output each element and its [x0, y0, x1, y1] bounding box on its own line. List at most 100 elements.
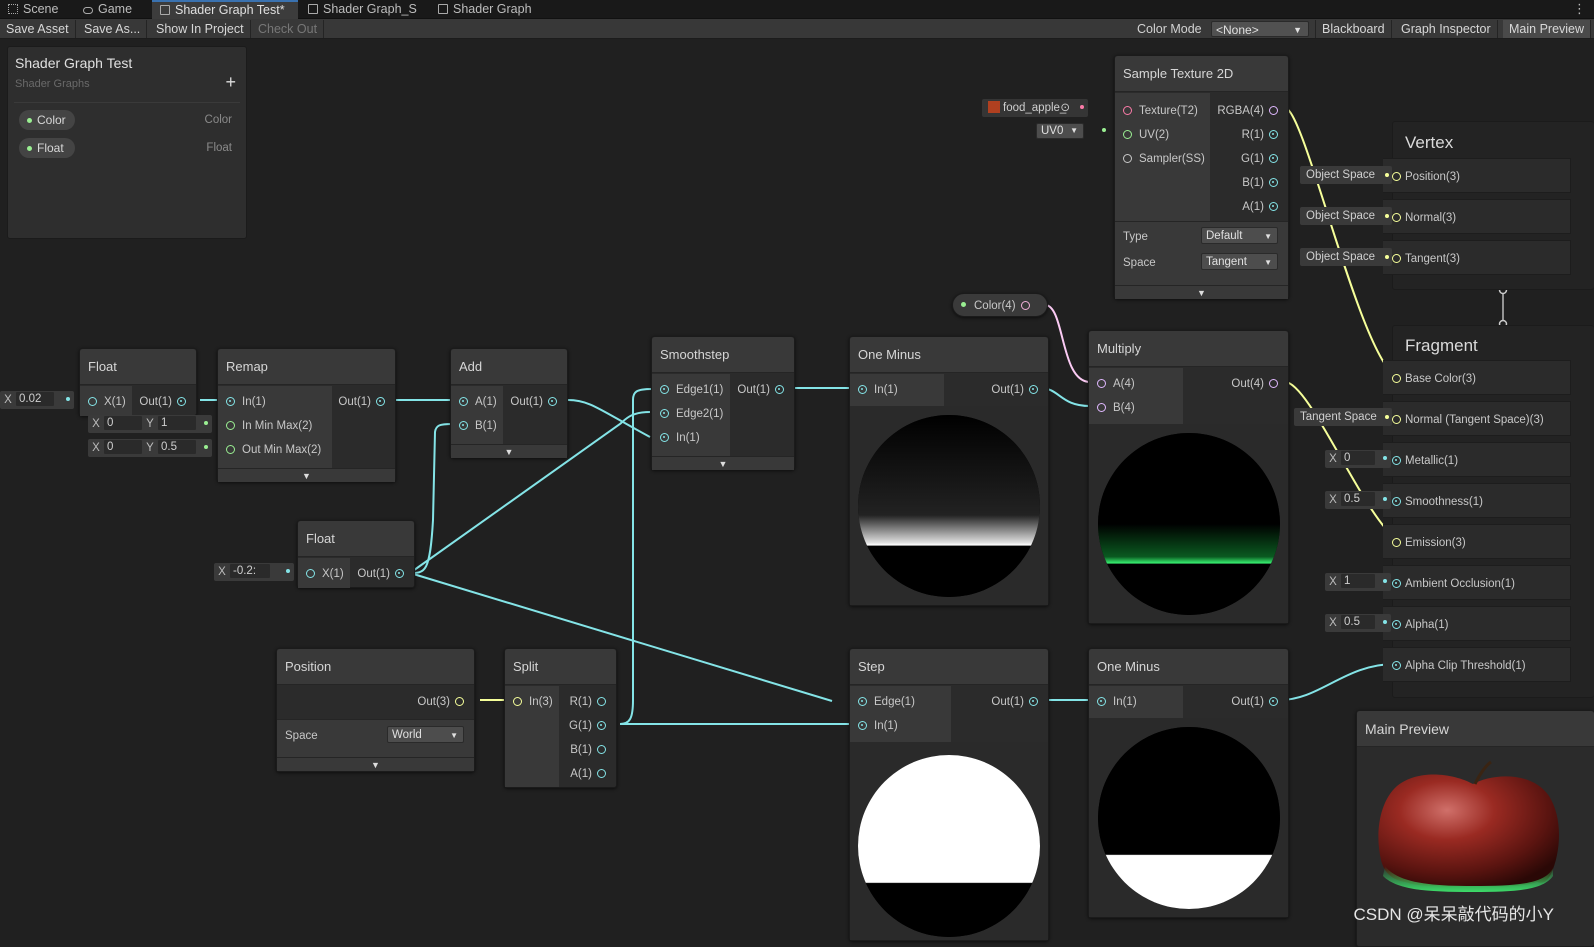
input-port[interactable]: In(3)	[513, 695, 553, 709]
add-property-button[interactable]: +	[225, 72, 236, 93]
add-node[interactable]: Add A(1) B(1) Out(1) ▼	[450, 348, 568, 458]
chevron-down-icon: ▼	[450, 731, 458, 740]
input-port[interactable]: In(1)	[226, 395, 266, 409]
input-port[interactable]: A(4)	[1097, 377, 1135, 391]
texture-field[interactable]: food_apple_ ⊙	[982, 99, 1088, 117]
fragment-slot-emission[interactable]: Emission(3)	[1383, 524, 1571, 559]
smoothness-field[interactable]: X 0.5	[1325, 491, 1391, 509]
space-label: Space	[1123, 257, 1156, 269]
object-space-tag[interactable]: Object Space	[1300, 207, 1392, 225]
input-port[interactable]: In(1)	[858, 719, 898, 733]
input-port[interactable]: Out Min Max(2)	[226, 443, 321, 457]
output-port[interactable]: Out(4)	[1231, 377, 1278, 391]
chevron-down-icon: ▼	[1070, 126, 1078, 135]
output-port[interactable]: Out(1)	[1231, 695, 1278, 709]
one-minus-node[interactable]: One Minus In(1) Out(1)	[849, 336, 1049, 606]
object-space-tag[interactable]: Object Space	[1300, 248, 1392, 266]
split-node[interactable]: Split In(3) R(1) G(1) B(1) A(1)	[504, 648, 617, 788]
float-value-field[interactable]: X -0.2:	[214, 563, 294, 581]
multiply-node[interactable]: Multiply A(4) B(4) Out(4)	[1088, 330, 1289, 624]
output-port[interactable]: A(1)	[1242, 200, 1278, 214]
fragment-slot-smoothness[interactable]: Smoothness(1)	[1383, 483, 1571, 518]
remap-node[interactable]: Remap In(1) In Min Max(2) Out Min Max(2)…	[217, 348, 396, 482]
output-port[interactable]: Out(1)	[510, 395, 557, 409]
output-port[interactable]: Color(4)	[974, 299, 1030, 313]
fragment-slot-base-color[interactable]: Base Color(3)	[1383, 360, 1571, 395]
color-property-node[interactable]: Color(4)	[952, 293, 1048, 317]
uv-channel-field[interactable]: UV0 ▼	[1036, 122, 1110, 140]
chevron-down-icon[interactable]: ▼	[277, 757, 474, 771]
node-preview	[1089, 424, 1288, 623]
output-port[interactable]: A(1)	[570, 767, 606, 781]
step-node[interactable]: Step Edge(1) In(1) Out(1)	[849, 648, 1049, 941]
input-port[interactable]: Sampler(SS)	[1123, 152, 1205, 166]
input-port[interactable]: In(1)	[660, 431, 700, 445]
output-port[interactable]: R(1)	[570, 695, 606, 709]
input-port[interactable]: In Min Max(2)	[226, 419, 312, 433]
fragment-slot-ambient-occlusion[interactable]: Ambient Occlusion(1)	[1383, 565, 1571, 600]
tangent-space-tag[interactable]: Tangent Space	[1294, 408, 1392, 426]
in-min-max-field[interactable]: X0Y1	[88, 415, 212, 433]
output-port[interactable]: G(1)	[569, 719, 606, 733]
chevron-down-icon[interactable]: ▼	[451, 444, 567, 458]
vertex-slot-position[interactable]: Position(3)	[1383, 158, 1571, 193]
wire	[409, 423, 453, 574]
vertex-slot-tangent[interactable]: Tangent(3)	[1383, 240, 1571, 275]
fragment-slot-normal[interactable]: Normal (Tangent Space)(3)	[1383, 401, 1571, 436]
fragment-title: Fragment	[1405, 336, 1478, 355]
output-port[interactable]: Out(1)	[737, 383, 784, 397]
output-port[interactable]: Out(1)	[357, 567, 404, 581]
sample-texture-2d-node[interactable]: Sample Texture 2D Texture(T2) UV(2) Samp…	[1114, 55, 1289, 299]
input-port[interactable]: In(1)	[858, 383, 898, 397]
output-port[interactable]: RGBA(4)	[1217, 104, 1278, 118]
blackboard-subtitle: Shader Graphs	[15, 78, 90, 90]
output-port[interactable]: Out(1)	[991, 695, 1038, 709]
float-node[interactable]: Float X(1) Out(1)	[79, 348, 197, 416]
output-port[interactable]: Out(3)	[417, 695, 464, 709]
output-port[interactable]: Out(1)	[338, 395, 385, 409]
input-port[interactable]: A(1)	[459, 395, 497, 409]
float-node[interactable]: Float X(1) Out(1)	[297, 520, 415, 588]
output-port[interactable]: Out(1)	[139, 395, 186, 409]
position-node[interactable]: Position Out(3) Space World ▼ ▼	[276, 648, 475, 772]
vertex-slot-normal[interactable]: Normal(3)	[1383, 199, 1571, 234]
input-port[interactable]: Edge(1)	[858, 695, 915, 709]
chevron-down-icon[interactable]: ▼	[218, 468, 395, 482]
space-select[interactable]: Tangent ▼	[1201, 253, 1278, 270]
smoothstep-node[interactable]: Smoothstep Edge1(1) Edge2(1) In(1) Out(1…	[651, 336, 795, 470]
property-type: Color	[204, 114, 232, 126]
property-float[interactable]: Float	[19, 138, 75, 158]
output-port[interactable]: B(1)	[1242, 176, 1278, 190]
input-port[interactable]: In(1)	[1097, 695, 1137, 709]
type-select[interactable]: Default ▼	[1201, 227, 1278, 244]
output-port[interactable]: G(1)	[1241, 152, 1278, 166]
float-value-field[interactable]: X 0.02	[0, 391, 74, 409]
fragment-slot-alpha[interactable]: Alpha(1)	[1383, 606, 1571, 641]
input-port[interactable]: Texture(T2)	[1123, 104, 1198, 118]
output-port[interactable]: R(1)	[1242, 128, 1278, 142]
fragment-slot-alpha-clip[interactable]: Alpha Clip Threshold(1)	[1383, 647, 1571, 682]
property-color[interactable]: Color	[19, 110, 75, 130]
divider	[14, 102, 240, 103]
input-port[interactable]: B(1)	[459, 419, 497, 433]
chevron-down-icon[interactable]: ▼	[652, 456, 794, 470]
input-port[interactable]: B(4)	[1097, 401, 1135, 415]
object-picker-icon[interactable]: ⊙	[1060, 99, 1070, 117]
node-preview	[1089, 718, 1288, 917]
input-port[interactable]: Edge1(1)	[660, 383, 723, 397]
space-select[interactable]: World ▼	[387, 726, 464, 743]
input-port[interactable]: Edge2(1)	[660, 407, 723, 421]
one-minus-node[interactable]: One Minus In(1) Out(1)	[1088, 648, 1289, 918]
metallic-field[interactable]: X0	[1325, 450, 1391, 468]
input-port[interactable]: X(1)	[306, 567, 344, 581]
input-port[interactable]: X(1)	[88, 395, 126, 409]
input-port[interactable]: UV(2)	[1123, 128, 1169, 142]
ambient-occlusion-field[interactable]: X1	[1325, 573, 1391, 591]
out-min-max-field[interactable]: X 0 Y 0.5	[88, 439, 212, 457]
object-space-tag[interactable]: Object Space	[1300, 166, 1392, 184]
alpha-field[interactable]: X 0.5	[1325, 614, 1391, 632]
chevron-down-icon[interactable]: ▼	[1115, 285, 1288, 299]
output-port[interactable]: Out(1)	[991, 383, 1038, 397]
fragment-slot-metallic[interactable]: Metallic(1)	[1383, 442, 1571, 477]
output-port[interactable]: B(1)	[570, 743, 606, 757]
